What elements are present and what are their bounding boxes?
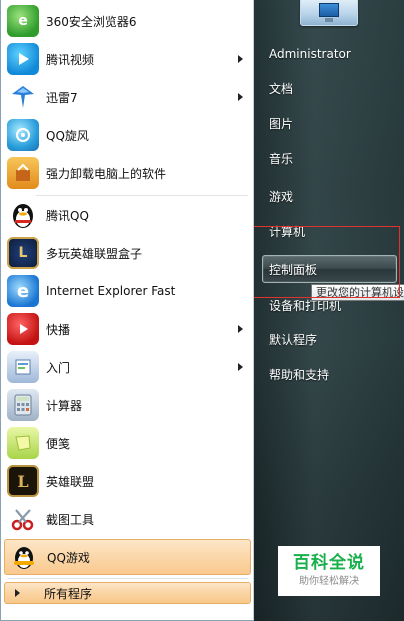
program-item-tencent-video[interactable]: 腾讯视频 — [4, 41, 251, 77]
program-label: 计算器 — [46, 398, 83, 413]
program-item-qq-xuanfeng[interactable]: QQ旋风 — [4, 117, 251, 153]
program-label: 强力卸载电脑上的软件 — [46, 166, 167, 181]
program-item-lol-box[interactable]: L 多玩英雄联盟盒子 — [4, 235, 251, 271]
submenu-arrow-icon — [238, 363, 243, 371]
right-item-administrator[interactable]: Administrator — [263, 40, 401, 68]
expand-arrow-icon — [15, 589, 20, 597]
separator — [8, 578, 248, 579]
calculator-icon — [7, 389, 39, 421]
snipping-tool-icon — [7, 503, 39, 535]
qq-game-icon — [8, 541, 40, 573]
qq-penguin-icon — [7, 199, 39, 231]
program-label: 入门 — [46, 360, 71, 375]
program-label: 多玩英雄联盟盒子 — [46, 246, 143, 261]
separator — [36, 195, 248, 196]
watermark-logo: 百科全说 助你轻松解决 — [278, 546, 380, 596]
all-programs-label: 所有程序 — [44, 586, 93, 601]
program-item-league-of-legends[interactable]: L 英雄联盟 — [4, 463, 251, 499]
monitor-icon — [319, 3, 339, 17]
internet-explorer-icon: e — [7, 275, 39, 307]
program-item-kuaibo[interactable]: 快播 — [4, 311, 251, 347]
watermark-title: 百科全说 — [293, 553, 365, 573]
xunlei-icon — [7, 81, 39, 113]
submenu-arrow-icon — [238, 55, 243, 63]
league-of-legends-icon: L — [7, 465, 39, 497]
program-label: Internet Explorer Fast — [46, 284, 176, 298]
program-label: 英雄联盟 — [46, 474, 95, 489]
program-item-calculator[interactable]: 计算器 — [4, 387, 251, 423]
program-item-tencent-qq[interactable]: 腾讯QQ — [4, 197, 251, 233]
right-item-music[interactable]: 音乐 — [263, 145, 401, 173]
program-item-qq-game[interactable]: QQ游戏 — [4, 539, 251, 575]
all-programs-button[interactable]: 所有程序 — [4, 582, 251, 604]
program-label: QQ游戏 — [47, 550, 90, 565]
watermark-subtitle: 助你轻松解决 — [299, 576, 359, 587]
program-item-sticky-notes[interactable]: 便笺 — [4, 425, 251, 461]
program-item-360-browser[interactable]: e 360安全浏览器6 — [4, 3, 251, 39]
right-item-default-programs[interactable]: 默认程序 — [263, 326, 401, 354]
user-picture[interactable] — [300, 0, 358, 26]
program-label: 迅雷7 — [46, 90, 78, 105]
lol-box-icon: L — [7, 237, 39, 269]
right-item-documents[interactable]: 文档 — [263, 75, 401, 103]
submenu-arrow-icon — [238, 325, 243, 333]
right-item-games[interactable]: 游戏 — [263, 183, 401, 211]
program-label: 腾讯QQ — [46, 208, 89, 223]
uninstall-icon — [7, 157, 39, 189]
program-label: 快播 — [46, 322, 71, 337]
submenu-arrow-icon — [238, 93, 243, 101]
program-item-internet-explorer[interactable]: e Internet Explorer Fast — [4, 273, 251, 309]
qq-xuanfeng-icon — [7, 119, 39, 151]
program-item-getting-started[interactable]: 入门 — [4, 349, 251, 385]
program-item-xunlei[interactable]: 迅雷7 — [4, 79, 251, 115]
kuaibo-icon — [7, 313, 39, 345]
getting-started-icon — [7, 351, 39, 383]
tencent-video-icon — [7, 43, 39, 75]
right-item-help-support[interactable]: 帮助和支持 — [263, 361, 401, 389]
program-label: 截图工具 — [46, 512, 95, 527]
program-item-uninstall[interactable]: 强力卸载电脑上的软件 — [4, 155, 251, 191]
360-browser-icon: e — [7, 5, 39, 37]
right-item-pictures[interactable]: 图片 — [263, 110, 401, 138]
sticky-notes-icon — [7, 427, 39, 459]
program-item-snipping-tool[interactable]: 截图工具 — [4, 501, 251, 537]
program-label: 腾讯视频 — [46, 52, 95, 67]
program-label: 便笺 — [46, 436, 71, 451]
program-label: 360安全浏览器6 — [46, 14, 137, 29]
program-label: QQ旋风 — [46, 128, 89, 143]
